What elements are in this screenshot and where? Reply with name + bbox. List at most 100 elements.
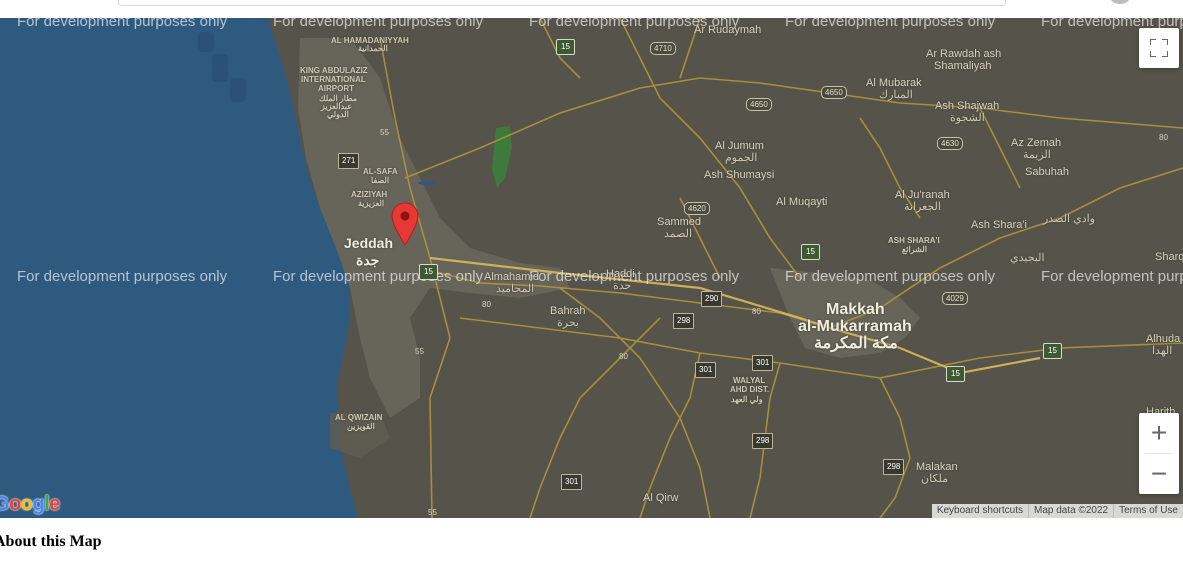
road-shield: 301 [695,362,717,378]
watermark-text: For development purposes only [273,18,484,30]
watermark-text: For development purposes only [785,18,996,30]
place-label: الشرائع [902,245,927,254]
place-label: المبارك [879,89,913,101]
road-shield: 4630 [937,137,963,150]
road-shield: 55 [380,128,389,137]
fullscreen-button[interactable] [1139,28,1179,68]
about-heading: About this Map [0,533,102,550]
place-label: الزيمة [1023,149,1051,161]
fullscreen-icon [1150,39,1168,57]
place-label: KING ABDULAZIZ [300,66,368,75]
place-label: Al Mubarak [866,77,922,89]
watermark-text: For development purposes only [17,268,228,285]
place-label: الحمدانية [358,44,388,53]
road-shield: 298 [752,433,774,449]
logo-letter: G [0,493,10,515]
zoom-control: + − [1139,413,1179,494]
keyboard-shortcuts-link[interactable]: Keyboard shortcuts [932,504,1029,518]
highway-shield: 15 [1043,343,1062,359]
place-label: AIRPORT [318,84,354,93]
place-label: Ar Rudaymah [694,24,762,36]
place-label: Al Jumum [715,140,764,152]
place-label: AHD DIST. [730,385,770,394]
logo-letter: e [49,493,60,515]
place-label: الدولي [327,110,349,119]
road-shield: 290 [701,291,723,307]
place-label: وادي الصدر [1043,213,1095,225]
road-shield: 271 [338,153,360,169]
place-label: حدة [613,280,632,292]
place-label: Sammed [657,216,702,228]
place-label: بحرة [557,317,579,329]
place-label: الجعرانة [904,201,941,213]
place-label: المحاميد [496,283,535,295]
road-shield: 4710 [650,42,676,55]
place-label: الصفا [371,176,390,185]
place-label: Haddi [606,268,635,280]
place-label: ملكان [921,473,949,485]
logo-letter: o [9,493,21,515]
city-label: Makkah [826,301,885,318]
place-label: Al Muqayti [776,196,828,208]
road-shield: 55 [415,347,424,356]
map-data-attribution: Map data ©2022 [1029,504,1115,518]
place-label: Al Ju'ranah [895,189,950,201]
place-label: الجموم [725,152,758,164]
place-label: العزيزية [358,199,385,208]
place-label: الشجوة [950,112,985,124]
city-label: جدة [356,252,380,268]
place-label: Ash Shara'i [971,219,1027,231]
place-label: WALYAL [733,376,766,385]
road-shield: 301 [752,355,774,371]
highway-shield: 15 [946,366,965,382]
road-shield: 55 [428,508,437,517]
road-shield: 4029 [942,292,968,305]
place-label: Shamaliyah [934,60,992,72]
place-label: Sabuhah [1025,166,1070,178]
place-label: AL-SAFA [363,167,398,176]
zoom-out-button[interactable]: − [1139,454,1179,494]
watermark-text: For development purposes only [273,268,484,285]
road-shield: 4620 [684,202,710,215]
road-shield: 80 [1159,133,1168,142]
city-label: Jeddah [344,235,394,251]
place-label: ASH SHARA'I [888,236,940,245]
place-label: البجيدي [1010,252,1045,264]
place-label: Sharq [1155,251,1183,263]
map-canvas[interactable]: For development purposes only For develo… [0,18,1183,518]
road-shield: 4650 [821,86,847,99]
place-label: الهدا [1152,345,1173,357]
terms-of-use-link[interactable]: Terms of Use [1114,504,1183,518]
place-label: ولي العهد [731,395,763,404]
road-shield: 298 [883,459,905,475]
city-label: مكة المكرمة [814,335,898,352]
road-shield: 298 [673,313,695,329]
browser-top-strip [0,0,1183,18]
road-shield: 4650 [746,98,772,111]
place-label: Alhuda [1146,333,1181,345]
place-label: Al Qirw [643,492,679,504]
place-label: Bahrah [550,305,586,317]
place-label: Almahamid [484,271,540,283]
logo-letter: o [20,493,33,515]
place-label: Ash Shajwah [935,100,1000,112]
city-label: al-Mukarramah [798,318,912,335]
place-label: القويزين [347,422,375,431]
place-label: INTERNATIONAL [301,75,366,84]
highway-shield: 15 [801,244,820,260]
logo-letter: g [32,493,45,515]
zoom-in-button[interactable]: + [1139,413,1179,453]
place-label: الصمد [664,228,693,240]
place-label: Az Zemah [1011,137,1062,149]
place-label: Ar Rawdah ash [926,48,1002,60]
place-label: Ash Shumaysi [704,169,775,181]
address-bar[interactable] [118,0,1006,6]
road-shield: 80 [619,352,628,361]
google-logo[interactable]: Google [0,493,60,516]
profile-avatar[interactable] [1110,0,1130,4]
highway-shield: 15 [556,39,575,55]
road-shield: 80 [752,307,761,316]
place-label: AL QWIZAIN [335,413,383,422]
location-marker[interactable] [391,202,419,246]
road-shield: 80 [482,300,491,309]
